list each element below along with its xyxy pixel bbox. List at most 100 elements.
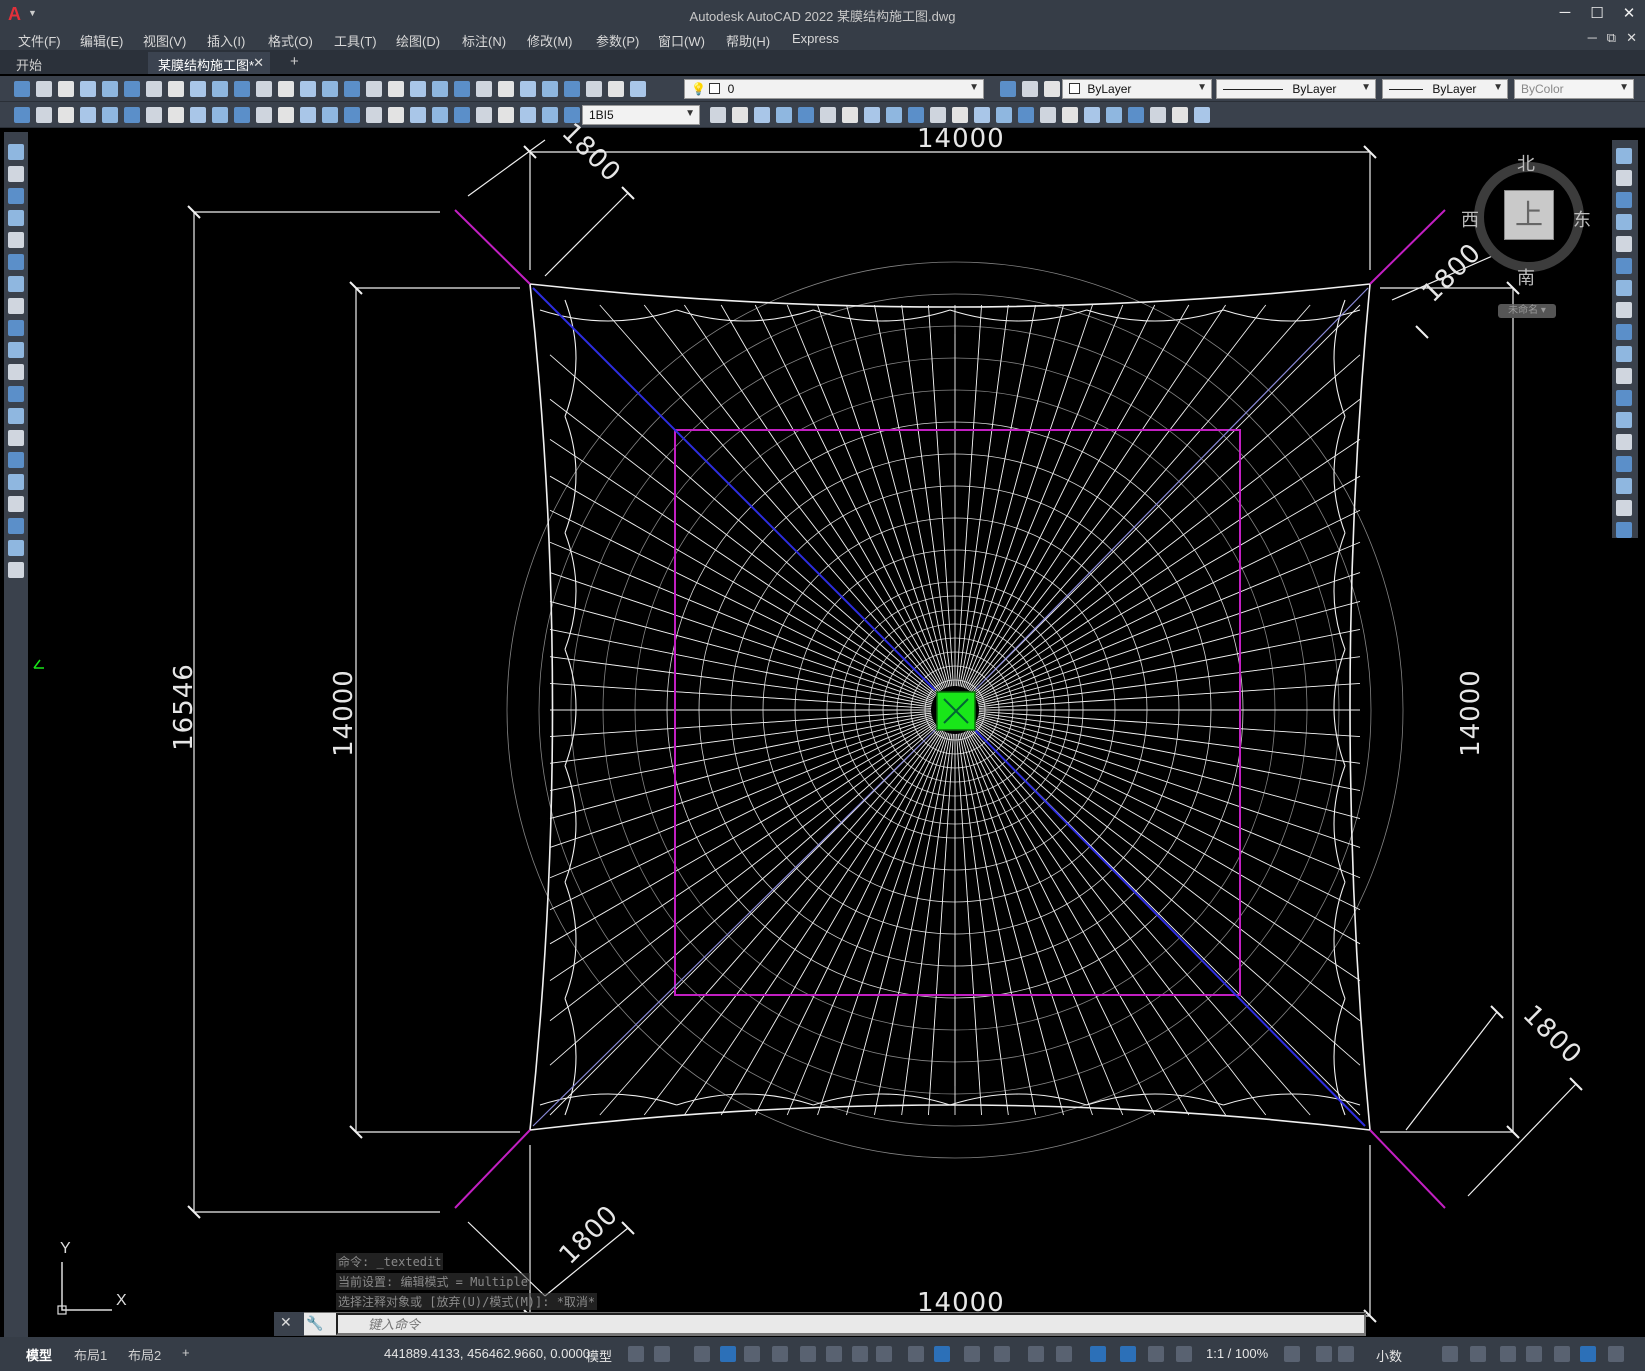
toolbar-tool-icon[interactable] <box>58 81 74 97</box>
draw-tool-icon[interactable] <box>8 320 24 336</box>
toolbar-tool-icon[interactable] <box>256 81 272 97</box>
dimension-tool-icon[interactable] <box>36 107 52 123</box>
toolbar-tool-icon[interactable] <box>102 81 118 97</box>
draw-tool-icon[interactable] <box>8 562 24 578</box>
dimension-tool-icon[interactable] <box>776 107 792 123</box>
status-toggle-icon[interactable] <box>1316 1346 1332 1362</box>
modify-tool-icon[interactable] <box>1616 280 1632 296</box>
draw-tool-icon[interactable] <box>8 518 24 534</box>
dimension-tool-icon[interactable] <box>124 107 140 123</box>
menu-format[interactable]: 格式(O) <box>268 31 313 50</box>
status-toggle-icon[interactable] <box>1580 1346 1596 1362</box>
layer-tool-icon[interactable] <box>1044 81 1060 97</box>
doc-restore-button[interactable]: ⧉ <box>1607 30 1616 46</box>
menu-edit[interactable]: 编辑(E) <box>80 31 123 50</box>
status-toggle-icon[interactable] <box>1028 1346 1044 1362</box>
dimension-tool-icon[interactable] <box>1128 107 1144 123</box>
draw-tool-icon[interactable] <box>8 474 24 490</box>
modify-tool-icon[interactable] <box>1616 346 1632 362</box>
dimension-tool-icon[interactable] <box>798 107 814 123</box>
status-toggle-icon[interactable] <box>628 1346 644 1362</box>
draw-tool-icon[interactable] <box>8 254 24 270</box>
dimension-tool-icon[interactable] <box>710 107 726 123</box>
dimension-tool-icon[interactable] <box>432 107 448 123</box>
status-toggle-icon[interactable] <box>1554 1346 1570 1362</box>
viewcube-north[interactable]: 北 <box>1517 150 1535 176</box>
draw-tool-icon[interactable] <box>8 188 24 204</box>
viewcube-top-face[interactable]: 上 <box>1504 190 1554 240</box>
modify-tool-icon[interactable] <box>1616 522 1632 538</box>
toolbar-tool-icon[interactable] <box>36 81 52 97</box>
menu-express[interactable]: Express <box>792 31 839 46</box>
dimension-tool-icon[interactable] <box>102 107 118 123</box>
status-toggle-icon[interactable] <box>908 1346 924 1362</box>
toolbar-tool-icon[interactable] <box>366 81 382 97</box>
color-dropdown[interactable]: ByLayer ▼ <box>1062 79 1212 99</box>
status-toggle-icon[interactable] <box>1284 1346 1300 1362</box>
menu-draw[interactable]: 绘图(D) <box>396 31 440 50</box>
layer-tool-icon[interactable] <box>1000 81 1016 97</box>
modify-tool-icon[interactable] <box>1616 170 1632 186</box>
dimension-tool-icon[interactable] <box>930 107 946 123</box>
status-toggle-icon[interactable] <box>772 1346 788 1362</box>
close-icon[interactable]: ✕ <box>280 1314 292 1331</box>
draw-tool-icon[interactable] <box>8 166 24 182</box>
toolbar-tool-icon[interactable] <box>608 81 624 97</box>
viewcube-south[interactable]: 南 <box>1517 264 1535 290</box>
dimension-tool-icon[interactable] <box>256 107 272 123</box>
status-toggle-icon[interactable] <box>1608 1346 1624 1362</box>
layout-tab-layout2[interactable]: 布局2 <box>128 1345 161 1364</box>
toolbar-tool-icon[interactable] <box>542 81 558 97</box>
status-toggle-icon[interactable] <box>1526 1346 1542 1362</box>
menu-file[interactable]: 文件(F) <box>18 31 61 50</box>
command-input[interactable] <box>336 1313 1366 1335</box>
menu-dimension[interactable]: 标注(N) <box>462 31 506 50</box>
status-toggle-icon[interactable] <box>1442 1346 1458 1362</box>
status-toggle-icon[interactable] <box>1176 1346 1192 1362</box>
dimension-tool-icon[interactable] <box>80 107 96 123</box>
drawing-canvas[interactable]: 14000 14000 16546 14000 14000 1800 1800 … <box>32 118 1610 1337</box>
dimension-tool-icon[interactable] <box>1062 107 1078 123</box>
dimension-tool-icon[interactable] <box>820 107 836 123</box>
draw-tool-icon[interactable] <box>8 298 24 314</box>
toolbar-tool-icon[interactable] <box>300 81 316 97</box>
dimension-tool-icon[interactable] <box>1040 107 1056 123</box>
modify-tool-icon[interactable] <box>1616 214 1632 230</box>
dimension-tool-icon[interactable] <box>190 107 206 123</box>
status-toggle-icon[interactable] <box>1148 1346 1164 1362</box>
tab-start[interactable]: 开始 <box>6 52 146 74</box>
layout-tab-layout1[interactable]: 布局1 <box>74 1345 107 1364</box>
status-toggle-icon[interactable] <box>934 1346 950 1362</box>
draw-tool-icon[interactable] <box>8 496 24 512</box>
dimension-tool-icon[interactable] <box>14 107 30 123</box>
toolbar-tool-icon[interactable] <box>322 81 338 97</box>
dimension-tool-icon[interactable] <box>732 107 748 123</box>
modify-tool-icon[interactable] <box>1616 148 1632 164</box>
dimension-tool-icon[interactable] <box>908 107 924 123</box>
annotation-scale[interactable]: 1:1 / 100% <box>1206 1346 1268 1361</box>
toolbar-tool-icon[interactable] <box>432 81 448 97</box>
close-button[interactable]: ✕ <box>1619 4 1639 22</box>
tab-drawing[interactable]: 某膜结构施工图* ✕ <box>148 52 270 74</box>
draw-tool-icon[interactable] <box>8 144 24 160</box>
dimension-tool-icon[interactable] <box>864 107 880 123</box>
status-toggle-icon[interactable] <box>694 1346 710 1362</box>
menu-parametric[interactable]: 参数(P) <box>596 31 639 50</box>
dimension-tool-icon[interactable] <box>322 107 338 123</box>
menu-insert[interactable]: 插入(I) <box>207 31 245 50</box>
toolbar-tool-icon[interactable] <box>168 81 184 97</box>
dimension-tool-icon[interactable] <box>1194 107 1210 123</box>
dimension-tool-icon[interactable] <box>520 107 536 123</box>
menu-view[interactable]: 视图(V) <box>143 31 186 50</box>
draw-tool-icon[interactable] <box>8 232 24 248</box>
dimension-tool-icon[interactable] <box>1150 107 1166 123</box>
dimension-tool-icon[interactable] <box>300 107 316 123</box>
plotstyle-dropdown[interactable]: ByColor ▼ <box>1514 79 1634 99</box>
dimension-tool-icon[interactable] <box>498 107 514 123</box>
toolbar-tool-icon[interactable] <box>410 81 426 97</box>
modify-tool-icon[interactable] <box>1616 478 1632 494</box>
toolbar-tool-icon[interactable] <box>586 81 602 97</box>
status-toggle-icon[interactable] <box>826 1346 842 1362</box>
dimension-tool-icon[interactable] <box>542 107 558 123</box>
draw-tool-icon[interactable] <box>8 276 24 292</box>
